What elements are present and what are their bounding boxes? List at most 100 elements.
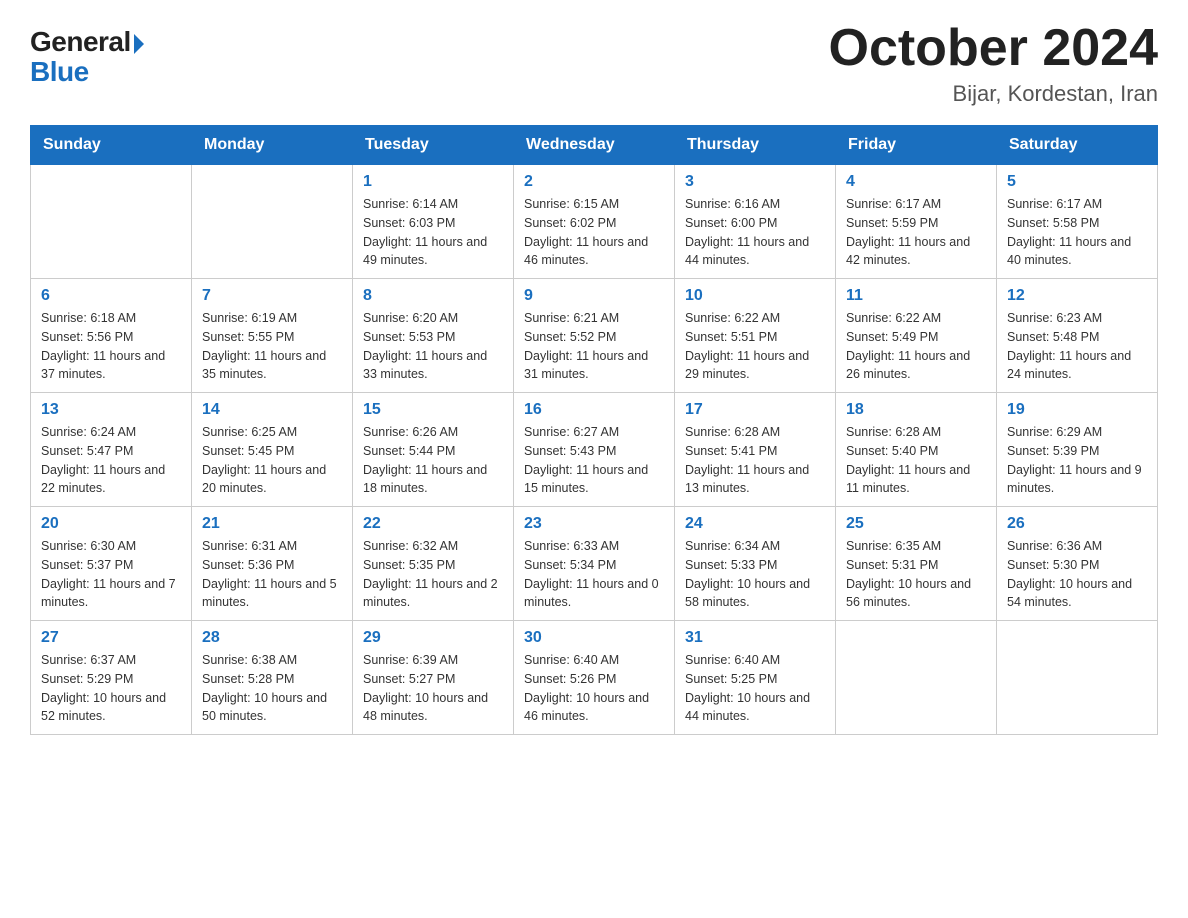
day-number: 8 [363, 287, 503, 305]
calendar-day-cell: 21 Sunrise: 6:31 AMSunset: 5:36 PMDayligh… [192, 507, 353, 621]
day-number: 1 [363, 173, 503, 191]
header: General Blue October 2024 Bijar, Kordest… [30, 20, 1158, 107]
day-info: Sunrise: 6:36 AMSunset: 5:30 PMDaylight:… [1007, 537, 1147, 612]
logo-blue-text: Blue [30, 56, 89, 88]
day-number: 27 [41, 629, 181, 647]
day-number: 7 [202, 287, 342, 305]
day-info: Sunrise: 6:39 AMSunset: 5:27 PMDaylight:… [363, 651, 503, 726]
day-info: Sunrise: 6:32 AMSunset: 5:35 PMDaylight:… [363, 537, 503, 612]
day-info: Sunrise: 6:19 AMSunset: 5:55 PMDaylight:… [202, 309, 342, 384]
calendar-day-cell: 27Sunrise: 6:37 AMSunset: 5:29 PMDayligh… [31, 621, 192, 735]
calendar-day-cell: 20Sunrise: 6:30 AMSunset: 5:37 PMDayligh… [31, 507, 192, 621]
day-number: 10 [685, 287, 825, 305]
calendar-day-cell: 8Sunrise: 6:20 AMSunset: 5:53 PMDaylight… [353, 279, 514, 393]
calendar-day-cell: 19 Sunrise: 6:29 AMSunset: 5:39 PMDayligh… [997, 393, 1158, 507]
weekday-header-cell: Saturday [997, 126, 1158, 165]
location-title: Bijar, Kordestan, Iran [829, 81, 1159, 107]
calendar-body: 1 Sunrise: 6:14 AMSunset: 6:03 PMDaylight… [31, 165, 1158, 735]
calendar-day-cell: 23Sunrise: 6:33 AMSunset: 5:34 PMDayligh… [514, 507, 675, 621]
calendar-day-cell [997, 621, 1158, 735]
calendar-table: SundayMondayTuesdayWednesdayThursdayFrid… [30, 125, 1158, 735]
day-number: 4 [846, 173, 986, 191]
calendar-day-cell [31, 165, 192, 279]
calendar-day-cell: 29 Sunrise: 6:39 AMSunset: 5:27 PMDayligh… [353, 621, 514, 735]
day-number: 15 [363, 401, 503, 419]
calendar-day-cell: 22 Sunrise: 6:32 AMSunset: 5:35 PMDayligh… [353, 507, 514, 621]
day-number: 24 [685, 515, 825, 533]
day-number: 30 [524, 629, 664, 647]
day-number: 31 [685, 629, 825, 647]
day-info: Sunrise: 6:28 AMSunset: 5:40 PMDaylight:… [846, 423, 986, 498]
calendar-day-cell: 10 Sunrise: 6:22 AMSunset: 5:51 PMDayligh… [675, 279, 836, 393]
day-info: Sunrise: 6:17 AMSunset: 5:58 PMDaylight:… [1007, 195, 1147, 270]
day-info: Sunrise: 6:40 AMSunset: 5:25 PMDaylight:… [685, 651, 825, 726]
day-info: Sunrise: 6:38 AMSunset: 5:28 PMDaylight:… [202, 651, 342, 726]
day-info: Sunrise: 6:24 AMSunset: 5:47 PMDaylight:… [41, 423, 181, 498]
day-number: 19 [1007, 401, 1147, 419]
day-number: 13 [41, 401, 181, 419]
day-number: 2 [524, 173, 664, 191]
day-number: 26 [1007, 515, 1147, 533]
calendar-day-cell: 16Sunrise: 6:27 AMSunset: 5:43 PMDayligh… [514, 393, 675, 507]
calendar-day-cell: 13 Sunrise: 6:24 AMSunset: 5:47 PMDayligh… [31, 393, 192, 507]
day-info: Sunrise: 6:28 AMSunset: 5:41 PMDaylight:… [685, 423, 825, 498]
day-number: 28 [202, 629, 342, 647]
day-number: 29 [363, 629, 503, 647]
day-info: Sunrise: 6:18 AMSunset: 5:56 PMDaylight:… [41, 309, 181, 384]
day-info: Sunrise: 6:21 AMSunset: 5:52 PMDaylight:… [524, 309, 664, 384]
calendar-day-cell: 31 Sunrise: 6:40 AMSunset: 5:25 PMDayligh… [675, 621, 836, 735]
day-info: Sunrise: 6:35 AMSunset: 5:31 PMDaylight:… [846, 537, 986, 612]
day-info: Sunrise: 6:31 AMSunset: 5:36 PMDaylight:… [202, 537, 342, 612]
day-number: 3 [685, 173, 825, 191]
calendar-day-cell: 12Sunrise: 6:23 AMSunset: 5:48 PMDayligh… [997, 279, 1158, 393]
day-number: 6 [41, 287, 181, 305]
day-info: Sunrise: 6:25 AMSunset: 5:45 PMDaylight:… [202, 423, 342, 498]
day-info: Sunrise: 6:14 AMSunset: 6:03 PMDaylight:… [363, 195, 503, 270]
weekday-header-cell: Thursday [675, 126, 836, 165]
weekday-header-cell: Sunday [31, 126, 192, 165]
logo-area: General Blue [30, 20, 144, 88]
day-number: 22 [363, 515, 503, 533]
calendar-day-cell: 18Sunrise: 6:28 AMSunset: 5:40 PMDayligh… [836, 393, 997, 507]
calendar-week-row: 1 Sunrise: 6:14 AMSunset: 6:03 PMDaylight… [31, 165, 1158, 279]
calendar-day-cell [192, 165, 353, 279]
weekday-header-cell: Tuesday [353, 126, 514, 165]
calendar-day-cell: 24 Sunrise: 6:34 AMSunset: 5:33 PMDayligh… [675, 507, 836, 621]
calendar-day-cell: 30 Sunrise: 6:40 AMSunset: 5:26 PMDayligh… [514, 621, 675, 735]
day-info: Sunrise: 6:22 AMSunset: 5:49 PMDaylight:… [846, 309, 986, 384]
day-info: Sunrise: 6:34 AMSunset: 5:33 PMDaylight:… [685, 537, 825, 612]
calendar-day-cell: 5 Sunrise: 6:17 AMSunset: 5:58 PMDaylight… [997, 165, 1158, 279]
calendar-day-cell: 17 Sunrise: 6:28 AMSunset: 5:41 PMDayligh… [675, 393, 836, 507]
day-number: 20 [41, 515, 181, 533]
calendar-day-cell: 11Sunrise: 6:22 AMSunset: 5:49 PMDayligh… [836, 279, 997, 393]
day-number: 23 [524, 515, 664, 533]
weekday-header-cell: Friday [836, 126, 997, 165]
day-number: 21 [202, 515, 342, 533]
day-info: Sunrise: 6:40 AMSunset: 5:26 PMDaylight:… [524, 651, 664, 726]
calendar-day-cell: 6 Sunrise: 6:18 AMSunset: 5:56 PMDaylight… [31, 279, 192, 393]
logo-triangle-icon [134, 34, 144, 54]
day-number: 25 [846, 515, 986, 533]
logo-general-text: General [30, 28, 131, 56]
day-info: Sunrise: 6:22 AMSunset: 5:51 PMDaylight:… [685, 309, 825, 384]
calendar-week-row: 6 Sunrise: 6:18 AMSunset: 5:56 PMDaylight… [31, 279, 1158, 393]
calendar-day-cell: 25 Sunrise: 6:35 AMSunset: 5:31 PMDayligh… [836, 507, 997, 621]
day-info: Sunrise: 6:17 AMSunset: 5:59 PMDaylight:… [846, 195, 986, 270]
day-info: Sunrise: 6:29 AMSunset: 5:39 PMDaylight:… [1007, 423, 1147, 498]
day-info: Sunrise: 6:26 AMSunset: 5:44 PMDaylight:… [363, 423, 503, 498]
day-number: 5 [1007, 173, 1147, 191]
weekday-header-cell: Wednesday [514, 126, 675, 165]
calendar-day-cell: 7 Sunrise: 6:19 AMSunset: 5:55 PMDaylight… [192, 279, 353, 393]
title-area: October 2024 Bijar, Kordestan, Iran [829, 20, 1159, 107]
calendar-day-cell: 14 Sunrise: 6:25 AMSunset: 5:45 PMDayligh… [192, 393, 353, 507]
calendar-day-cell: 15 Sunrise: 6:26 AMSunset: 5:44 PMDayligh… [353, 393, 514, 507]
weekday-header-row: SundayMondayTuesdayWednesdayThursdayFrid… [31, 126, 1158, 165]
calendar-day-cell: 3Sunrise: 6:16 AMSunset: 6:00 PMDaylight… [675, 165, 836, 279]
calendar-day-cell: 26 Sunrise: 6:36 AMSunset: 5:30 PMDayligh… [997, 507, 1158, 621]
month-title: October 2024 [829, 20, 1159, 77]
day-number: 17 [685, 401, 825, 419]
weekday-header-cell: Monday [192, 126, 353, 165]
day-number: 14 [202, 401, 342, 419]
calendar-week-row: 27Sunrise: 6:37 AMSunset: 5:29 PMDayligh… [31, 621, 1158, 735]
calendar-day-cell: 9Sunrise: 6:21 AMSunset: 5:52 PMDaylight… [514, 279, 675, 393]
